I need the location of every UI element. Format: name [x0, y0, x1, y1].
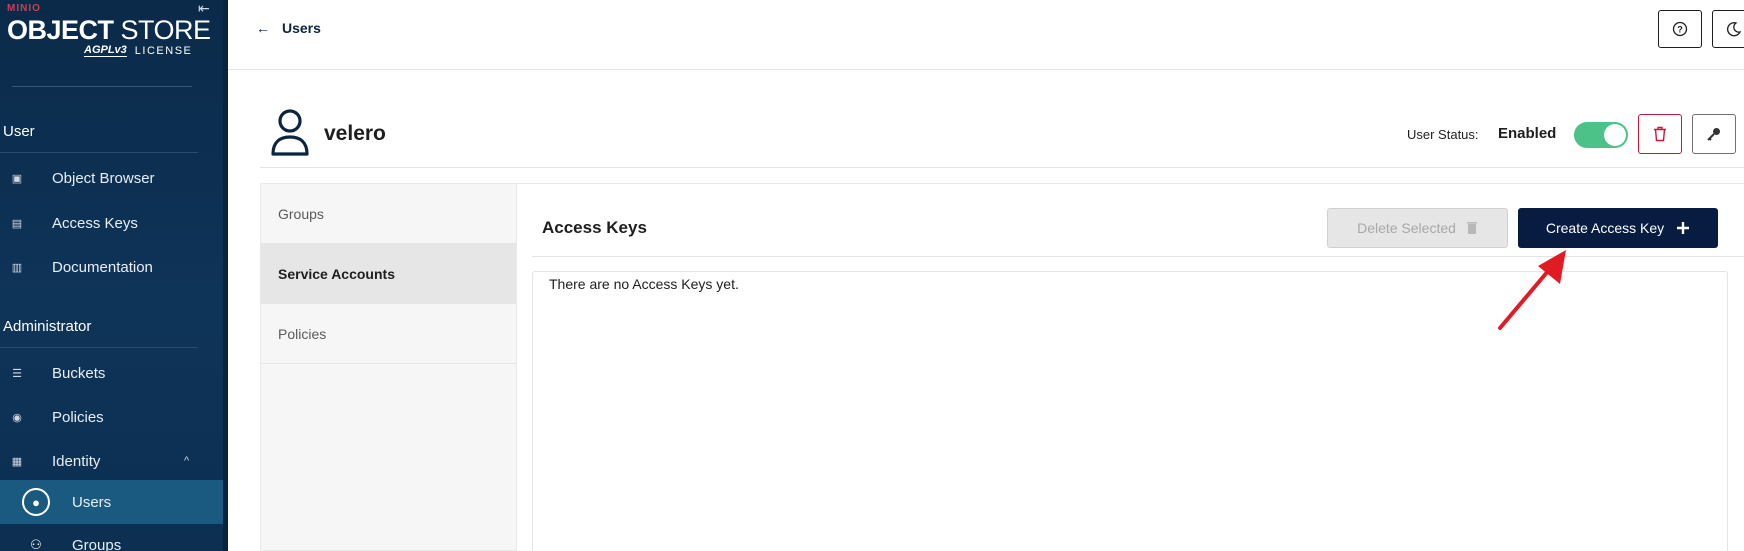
user-header-divider: [260, 167, 1744, 168]
user-name: velero: [324, 122, 386, 145]
sidebar-item-policies[interactable]: ◉ Policies: [0, 397, 223, 437]
help-icon: ?: [1672, 21, 1688, 37]
sidebar-item-label: Documentation: [52, 258, 153, 276]
moon-icon: [1727, 22, 1742, 37]
object-browser-icon: ▣: [11, 172, 23, 185]
sidebar-item-documentation[interactable]: ▥ Documentation: [0, 247, 223, 287]
tab-service-accounts[interactable]: Service Accounts: [261, 244, 517, 304]
arrow-left-icon: ←: [256, 20, 270, 36]
back-link-label: Users: [282, 20, 321, 36]
section-label-user: User: [3, 123, 35, 140]
empty-state-message: There are no Access Keys yet.: [549, 276, 739, 292]
brand-divider: [12, 86, 192, 87]
create-access-key-button[interactable]: Create Access Key: [1518, 208, 1718, 248]
user-status-value: Enabled: [1498, 125, 1557, 142]
sidebar-item-label: Buckets: [52, 364, 106, 382]
identity-icon: ▦: [11, 455, 23, 468]
collapse-sidebar-icon[interactable]: ⇤: [198, 0, 210, 17]
sidebar-item-identity[interactable]: ▦ Identity ^: [0, 441, 223, 481]
users-icon: ●: [22, 488, 50, 516]
plus-icon: [1677, 222, 1690, 234]
sidebar-item-label: Identity: [52, 452, 101, 470]
delete-user-button[interactable]: [1638, 114, 1682, 154]
sidebar-item-label: Policies: [52, 408, 104, 426]
help-button[interactable]: ?: [1658, 10, 1702, 48]
theme-toggle-button[interactable]: [1712, 10, 1744, 48]
brand-license: AGPLv3 LICENSE: [84, 44, 193, 57]
delete-selected-label: Delete Selected: [1357, 220, 1456, 236]
sidebar-item-label: Users: [72, 493, 112, 511]
access-keys-title: Access Keys: [542, 218, 647, 237]
policies-icon: ◉: [12, 411, 22, 424]
key-icon: [1707, 128, 1720, 141]
user-status-label: User Status:: [1407, 127, 1479, 142]
toggle-knob: [1604, 124, 1626, 146]
sidebar-edge: [223, 0, 228, 551]
annotation-arrow: [1498, 250, 1566, 330]
sidebar-item-buckets[interactable]: ☰ Buckets: [0, 353, 223, 393]
user-status-toggle[interactable]: [1574, 122, 1628, 148]
trash-icon: [1466, 222, 1477, 234]
section-divider: [0, 347, 198, 348]
documentation-icon: ▥: [11, 261, 23, 274]
section-label-administrator: Administrator: [3, 318, 92, 335]
svg-text:?: ?: [1677, 25, 1683, 35]
sidebar-item-label: Groups: [72, 536, 122, 551]
tab-groups[interactable]: Groups: [261, 184, 517, 244]
chevron-up-icon: ^: [184, 455, 190, 467]
agpl-badge: AGPLv3: [84, 44, 127, 57]
top-bar: ← Users ?: [228, 0, 1744, 70]
change-password-button[interactable]: [1692, 114, 1736, 154]
user-tabs: Groups Service Accounts Policies: [260, 183, 517, 551]
sidebar-item-users[interactable]: ● Users: [0, 480, 223, 524]
user-avatar-icon: [271, 109, 309, 156]
sidebar-item-label: Object Browser: [52, 169, 155, 187]
back-to-users-link[interactable]: ← Users: [256, 20, 321, 36]
sidebar-item-object-browser[interactable]: ▣ Object Browser: [0, 158, 223, 198]
sidebar: MINIO OBJECT STORE AGPLv3 LICENSE ⇤ User…: [0, 0, 223, 551]
access-keys-icon: ▤: [11, 217, 23, 230]
delete-selected-button[interactable]: Delete Selected: [1327, 208, 1508, 248]
sidebar-item-groups[interactable]: ⚇ Groups: [0, 525, 223, 551]
section-divider: [0, 152, 198, 153]
create-access-key-label: Create Access Key: [1545, 220, 1665, 236]
trash-icon: [1654, 126, 1666, 142]
brand-minio-label: MINIO: [7, 3, 41, 14]
groups-icon: ⚇: [30, 537, 42, 551]
buckets-icon: ☰: [12, 367, 22, 380]
sidebar-item-access-keys[interactable]: ▤ Access Keys: [0, 203, 223, 243]
sidebar-item-label: Access Keys: [52, 214, 138, 232]
tab-policies[interactable]: Policies: [261, 304, 517, 364]
brand-title: OBJECT STORE: [7, 15, 211, 45]
